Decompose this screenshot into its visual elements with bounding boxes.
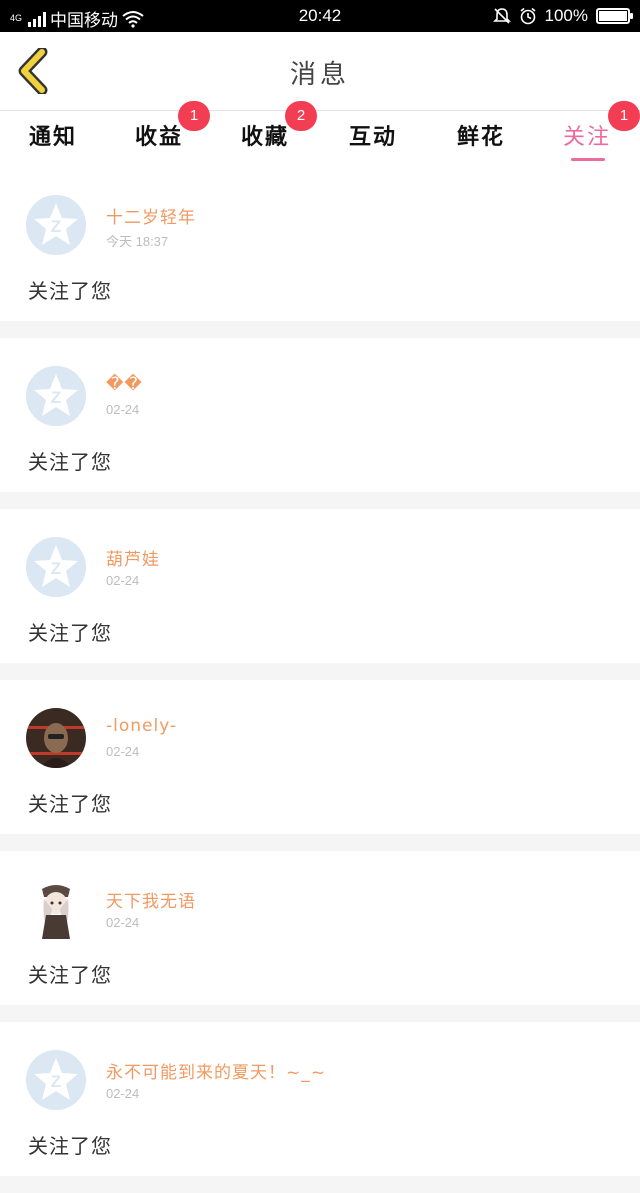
message-text: 关注了您 xyxy=(28,279,112,303)
list-item[interactable]: Z 十二岁轻年 今天 18:37 关注了您 xyxy=(0,167,640,321)
mute-bell-icon xyxy=(492,8,511,24)
user-name[interactable]: -lonely- xyxy=(106,716,177,736)
list-item[interactable]: -lonely- 02-24 关注了您 xyxy=(0,680,640,834)
battery-icon xyxy=(596,8,633,24)
tab-label: 关注 xyxy=(562,125,611,150)
status-bar: 4G 中国移动 20:42 100% xyxy=(0,0,640,32)
tab-follows[interactable]: 关注 1 xyxy=(534,101,640,167)
tab-label: 通知 xyxy=(28,125,77,150)
tab-label: 互动 xyxy=(348,125,397,150)
message-text: 关注了您 xyxy=(28,792,112,816)
svg-text:Z: Z xyxy=(51,559,61,578)
earnings-unread-badge: 1 xyxy=(178,101,210,131)
message-time: 02-24 xyxy=(106,1086,140,1101)
list-item[interactable]: Z 葫芦娃 02-24 关注了您 xyxy=(0,509,640,663)
tab-label: 收益 xyxy=(134,125,183,150)
message-text: 关注了您 xyxy=(28,450,112,474)
message-time: 今天 18:37 xyxy=(106,234,169,249)
svg-text:Z: Z xyxy=(51,388,61,407)
alarm-icon xyxy=(520,7,536,25)
tab-interactions[interactable]: 互动 xyxy=(320,111,426,167)
message-time: 02-24 xyxy=(106,573,140,588)
svg-text:Z: Z xyxy=(51,217,61,236)
photo-avatar[interactable] xyxy=(26,708,86,768)
favorites-unread-badge: 2 xyxy=(285,101,317,131)
page-title: 消息 xyxy=(289,60,350,90)
user-name[interactable]: 十二岁轻年 xyxy=(106,203,196,228)
default-avatar-icon[interactable]: Z xyxy=(26,366,86,426)
svg-text:Z: Z xyxy=(51,1072,61,1091)
tab-bar: 通知 收益 1 收藏 2 互动 鲜花 关注 1 xyxy=(0,101,640,167)
default-avatar-icon[interactable]: Z xyxy=(26,1050,86,1110)
tab-flowers[interactable]: 鲜花 xyxy=(428,111,534,167)
message-time: 02-24 xyxy=(106,744,140,759)
default-avatar-icon[interactable]: Z xyxy=(26,537,86,597)
user-name[interactable]: �� xyxy=(106,374,143,394)
list-item[interactable]: Z 永不可能到来的夏天！~_~ 02-24 关注了您 xyxy=(0,1022,640,1176)
message-time: 02-24 xyxy=(106,915,140,930)
tab-label: 鲜花 xyxy=(456,125,505,150)
tab-favorites[interactable]: 收藏 2 xyxy=(212,101,318,167)
message-list: Z 十二岁轻年 今天 18:37 关注了您 Z �� 02-24 关注了您 Z … xyxy=(0,167,640,1193)
user-name[interactable]: 葫芦娃 xyxy=(106,545,160,570)
default-avatar-icon[interactable]: Z xyxy=(26,195,86,255)
user-name[interactable]: 永不可能到来的夏天！~_~ xyxy=(106,1058,326,1083)
message-text: 关注了您 xyxy=(28,1134,112,1158)
anime-avatar[interactable] xyxy=(26,879,86,939)
message-text: 关注了您 xyxy=(28,963,112,987)
app-header: 消息 xyxy=(0,32,640,111)
message-time: 02-24 xyxy=(106,402,140,417)
active-tab-indicator xyxy=(571,158,605,161)
tab-label: 收藏 xyxy=(240,125,289,150)
battery-percent: 100% xyxy=(544,6,588,25)
list-item[interactable]: Z �� 02-24 关注了您 xyxy=(0,338,640,492)
tab-notifications[interactable]: 通知 xyxy=(0,111,106,167)
tab-earnings[interactable]: 收益 1 xyxy=(106,101,212,167)
follows-unread-badge: 1 xyxy=(608,101,640,131)
list-item[interactable]: 天下我无语 02-24 关注了您 xyxy=(0,851,640,1005)
user-name[interactable]: 天下我无语 xyxy=(106,887,196,912)
message-text: 关注了您 xyxy=(28,621,112,645)
